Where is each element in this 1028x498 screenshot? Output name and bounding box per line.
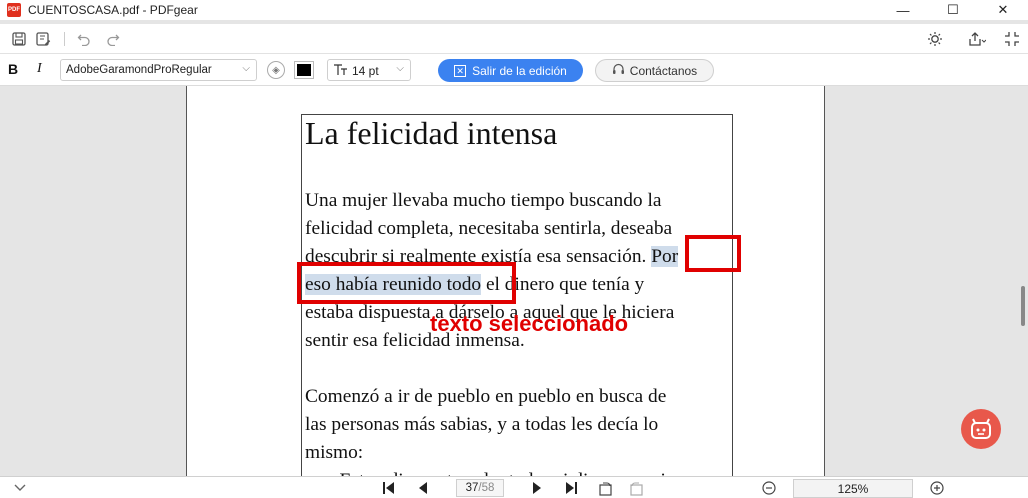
share-icon[interactable] <box>966 30 988 48</box>
bold-button[interactable]: B <box>8 61 18 77</box>
next-page-icon[interactable] <box>532 480 542 496</box>
collapse-icon[interactable] <box>1002 30 1022 48</box>
zoom-in-icon[interactable] <box>930 480 944 496</box>
annotation-highlight-box <box>297 262 516 304</box>
zoom-level-field[interactable]: 125% <box>793 479 913 498</box>
window-controls: — ☐ ✕ <box>878 0 1028 20</box>
rotate-right-icon[interactable] <box>629 480 644 496</box>
font-size-value: 14 pt <box>352 64 379 78</box>
text-line[interactable]: las personas más sabias, y a todas les d… <box>305 411 684 439</box>
toolbar-divider <box>64 32 65 46</box>
exit-edit-label: Salir de la edición <box>472 63 567 78</box>
chevron-down-icon: ⌵ <box>396 63 404 74</box>
chevron-down-icon: ⌵ <box>242 63 250 74</box>
text-size-icon <box>333 63 348 79</box>
save-as-icon[interactable] <box>34 30 52 48</box>
font-family-select[interactable]: AdobeGaramondProRegular ⌵ <box>60 59 257 81</box>
zoom-out-icon[interactable] <box>762 480 776 496</box>
text-line[interactable]: Comenzó a ir de pueblo en pueblo en busc… <box>305 383 684 411</box>
page-number-field[interactable]: 37/58 <box>456 479 504 497</box>
font-color-swatch <box>297 64 311 76</box>
undo-icon[interactable] <box>75 30 93 48</box>
text-line[interactable]: mismo: <box>305 439 684 467</box>
title-bar: PDF CUENTOSCASA.pdf - PDFgear — ☐ ✕ <box>0 0 1028 20</box>
vertical-scrollbar[interactable] <box>1021 286 1025 326</box>
minimize-button[interactable]: — <box>878 0 928 20</box>
chevron-down-icon[interactable] <box>14 480 26 496</box>
close-button[interactable]: ✕ <box>978 0 1028 20</box>
contact-button[interactable]: Contáctanos <box>595 59 714 82</box>
rotate-left-icon[interactable] <box>598 480 613 496</box>
window-title: CUENTOSCASA.pdf - PDFgear <box>28 3 198 17</box>
annotation-label: texto seleccionado <box>430 311 629 336</box>
fill-color-icon[interactable]: ◈ <box>267 61 285 79</box>
bottom-bar: 37/58 125% <box>0 476 1028 498</box>
text-line[interactable]: – Estoy dispuesta a dar todo mi dinero a… <box>305 467 684 476</box>
first-page-icon[interactable] <box>382 480 396 496</box>
font-color-button[interactable] <box>294 61 314 79</box>
text-line[interactable]: felicidad completa, necesitaba sentirla,… <box>305 215 678 243</box>
format-toolbar: B I AdobeGaramondProRegular ⌵ ◈ 14 pt ⌵ … <box>0 54 1028 86</box>
text-line[interactable]: Una mujer llevaba mucho tiempo buscando … <box>305 187 678 215</box>
previous-page-icon[interactable] <box>418 480 428 496</box>
theme-icon[interactable] <box>924 30 946 48</box>
document-heading[interactable]: La felicidad intensa <box>305 115 557 152</box>
font-size-select[interactable]: 14 pt ⌵ <box>327 59 411 81</box>
maximize-button[interactable]: ☐ <box>928 0 978 20</box>
exit-icon: ✕ <box>454 64 467 77</box>
italic-button[interactable]: I <box>37 61 42 77</box>
selected-text[interactable]: Por <box>651 246 679 267</box>
ai-assistant-button[interactable] <box>961 409 1001 449</box>
save-icon[interactable] <box>10 30 28 48</box>
annotation-highlight-box <box>685 235 741 272</box>
current-page: 37 <box>465 482 479 494</box>
total-pages: /58 <box>478 482 495 494</box>
contact-label: Contáctanos <box>629 63 698 78</box>
last-page-icon[interactable] <box>564 480 578 496</box>
headset-icon <box>612 63 625 79</box>
pdfgear-logo: PDF <box>7 3 21 17</box>
paragraph-2[interactable]: Comenzó a ir de pueblo en pueblo en busc… <box>305 383 684 476</box>
quick-toolbar <box>0 24 1028 54</box>
redo-icon[interactable] <box>104 30 122 48</box>
font-family-value: AdobeGaramondProRegular <box>66 64 212 76</box>
exit-edit-button[interactable]: ✕ Salir de la edición <box>438 59 583 82</box>
robot-icon <box>971 418 991 439</box>
